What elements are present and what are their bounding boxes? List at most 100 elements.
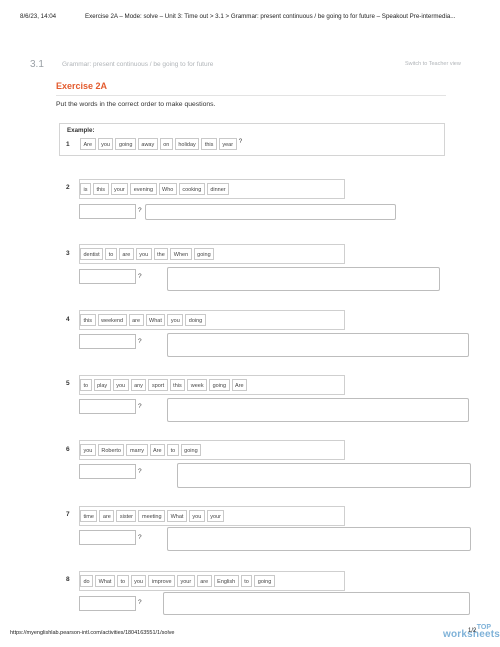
word-tile[interactable]: you <box>80 444 96 456</box>
word-tile[interactable]: sport <box>148 379 168 391</box>
answer-input[interactable] <box>145 204 396 220</box>
answer-input[interactable] <box>167 333 469 357</box>
word-tile[interactable]: Are <box>149 444 166 456</box>
word-tiles: dentist to are you the When going <box>80 248 215 260</box>
word-tile[interactable]: Roberto <box>97 444 125 456</box>
word-tile[interactable]: time <box>80 510 98 522</box>
word-tile[interactable]: the <box>153 248 169 260</box>
word-tile[interactable]: meeting <box>138 510 166 522</box>
print-datetime: 8/6/23, 14:04 <box>20 13 57 20</box>
answer-drop-zone[interactable] <box>79 204 136 219</box>
word-tile[interactable]: your <box>110 183 129 195</box>
question-number: 2 <box>66 184 70 191</box>
answer-drop-zone[interactable] <box>79 596 136 611</box>
question-number: 4 <box>66 316 70 323</box>
word-tile[interactable]: evening <box>130 183 157 195</box>
switch-teacher-view-link[interactable]: Switch to Teacher view <box>405 61 461 67</box>
answer-drop-zone[interactable] <box>79 530 136 545</box>
word-tile[interactable]: going <box>180 444 202 456</box>
word-tile: year <box>218 138 237 150</box>
word-tiles: do What to you improve your are English … <box>80 575 275 587</box>
word-tile[interactable]: this <box>169 379 186 391</box>
word-tile[interactable]: Who <box>158 183 177 195</box>
word-tile[interactable]: are <box>128 314 144 326</box>
example-number: 1 <box>66 141 70 148</box>
word-tile[interactable]: to <box>240 575 253 587</box>
word-tiles: is this your evening Who cooking dinner <box>80 183 230 195</box>
word-tile: Are <box>80 138 96 150</box>
word-tile[interactable]: weekend <box>97 314 127 326</box>
question-mark: ? <box>138 338 142 345</box>
word-tile[interactable]: you <box>130 575 147 587</box>
word-tile[interactable]: your <box>206 510 225 522</box>
word-tile[interactable]: this <box>92 183 109 195</box>
word-tile[interactable]: to <box>167 444 179 456</box>
answer-input[interactable] <box>167 527 471 551</box>
answer-drop-zone[interactable] <box>79 464 136 479</box>
word-tile[interactable]: doing <box>185 314 206 326</box>
word-tile[interactable]: What <box>95 575 115 587</box>
example-word-tiles: Are you going away on holiday this year … <box>80 138 242 150</box>
word-tile[interactable]: going <box>209 379 230 391</box>
footer-url: https://myenglishlab.pearson-intl.com/ac… <box>10 630 175 636</box>
word-tile[interactable]: to <box>105 248 117 260</box>
word-tile[interactable]: to <box>80 379 92 391</box>
word-tiles: time are sister meeting What you your <box>80 510 225 522</box>
word-tile[interactable]: is <box>80 183 91 195</box>
answer-input[interactable] <box>163 592 470 615</box>
word-tile[interactable]: this <box>80 314 96 326</box>
word-tile[interactable]: cooking <box>178 183 205 195</box>
answer-input[interactable] <box>167 398 469 422</box>
word-tile[interactable]: are <box>118 248 134 260</box>
word-tile[interactable]: do <box>80 575 94 587</box>
word-tiles: you Roberto marry Are to going <box>80 444 202 456</box>
word-tile: away <box>137 138 158 150</box>
section-title: Grammar: present continuous / be going t… <box>62 61 214 68</box>
question-number: 3 <box>66 250 70 257</box>
question-number: 5 <box>66 380 70 387</box>
answer-input[interactable] <box>167 267 440 291</box>
question-number: 7 <box>66 511 70 518</box>
page-number: 1/2 <box>468 628 477 634</box>
word-tile[interactable]: improve <box>148 575 175 587</box>
word-tile[interactable]: you <box>112 379 129 391</box>
word-tile[interactable]: are <box>99 510 115 522</box>
word-tile[interactable]: marry <box>126 444 148 456</box>
question-mark: ? <box>138 273 142 280</box>
question-mark: ? <box>138 599 142 606</box>
word-tile[interactable]: dentist <box>80 248 104 260</box>
question-mark: ? <box>138 207 142 214</box>
word-tile[interactable]: to <box>116 575 129 587</box>
word-tile[interactable]: your <box>177 575 195 587</box>
question-mark: ? <box>138 403 142 410</box>
word-tile[interactable]: any <box>130 379 147 391</box>
print-title: Exercise 2A – Mode: solve – Unit 3: Time… <box>85 13 456 20</box>
word-tile: this <box>201 138 217 150</box>
word-tile[interactable]: week <box>187 379 208 391</box>
answer-drop-zone[interactable] <box>79 334 136 349</box>
word-tile[interactable]: are <box>196 575 212 587</box>
question-mark: ? <box>238 138 243 145</box>
word-tile[interactable]: English <box>213 575 239 587</box>
word-tile[interactable]: sister <box>116 510 137 522</box>
word-tile[interactable]: you <box>135 248 152 260</box>
divider <box>56 95 446 96</box>
word-tile[interactable]: play <box>93 379 111 391</box>
word-tile[interactable]: dinner <box>206 183 230 195</box>
word-tile[interactable]: When <box>170 248 192 260</box>
word-tile[interactable]: you <box>167 314 184 326</box>
word-tile[interactable]: What <box>145 314 166 326</box>
word-tile[interactable]: you <box>188 510 205 522</box>
word-tile: on <box>159 138 173 150</box>
answer-drop-zone[interactable] <box>79 269 136 284</box>
question-mark: ? <box>138 534 142 541</box>
answer-drop-zone[interactable] <box>79 399 136 414</box>
answer-input[interactable] <box>177 463 471 488</box>
word-tile: holiday <box>174 138 200 150</box>
word-tile[interactable]: Are <box>231 379 248 391</box>
word-tile[interactable]: going <box>193 248 215 260</box>
word-tile[interactable]: going <box>254 575 275 587</box>
word-tile[interactable]: What <box>167 510 187 522</box>
watermark-line2: worksheets <box>443 629 500 640</box>
word-tiles: to play you any sport this week going Ar… <box>80 379 248 391</box>
